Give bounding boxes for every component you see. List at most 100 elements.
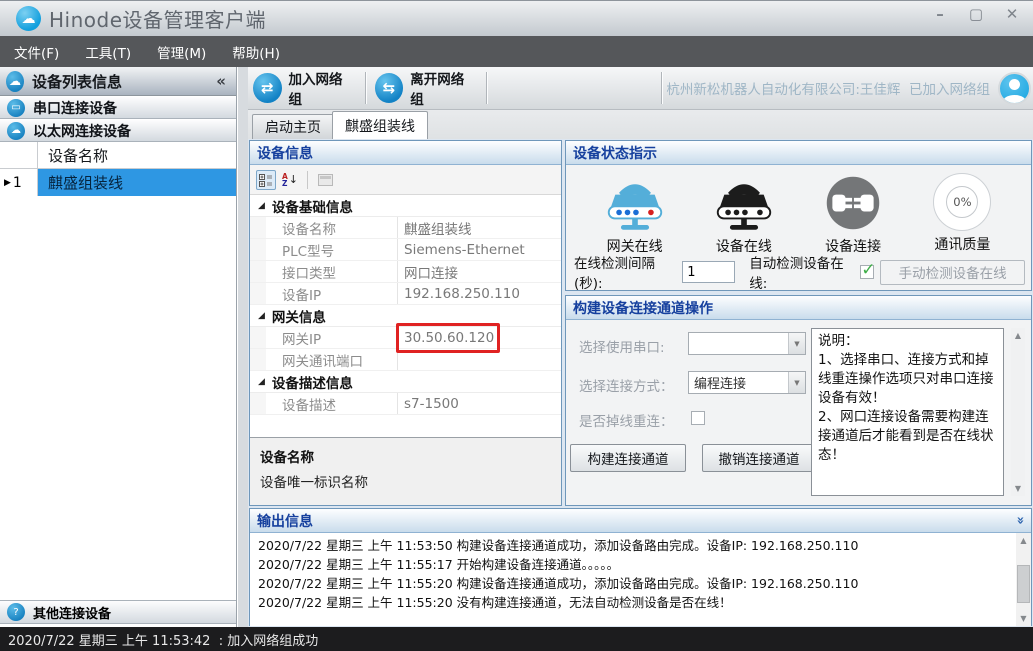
row-number-cell: ▶ 1 (0, 169, 38, 196)
dropdown-arrow-icon[interactable]: ▼ (788, 333, 805, 354)
device-row-selected[interactable]: ▶ 1 麒盛组装线 (0, 169, 236, 196)
channel-operations-title: 构建设备连接通道操作 (573, 298, 713, 318)
user-network-status: 杭州新松机器人自动化有限公司:王佳辉 已加入网络组 (666, 78, 990, 98)
reconnect-checkbox[interactable] (691, 411, 705, 425)
workspace: 设备信息 (248, 139, 1033, 627)
property-row-interface-type[interactable]: 接口类型 网口连接 (250, 261, 561, 283)
leave-network-button[interactable]: ⇆ 离开网络组 (370, 65, 483, 111)
expand-triangle-icon: ◢ (258, 311, 265, 321)
ethernet-cloud-icon: ☁ (7, 122, 25, 140)
interval-label: 在线检测间隔(秒): (574, 252, 676, 292)
comm-quality-value: 0% (946, 186, 978, 218)
menu-item-manage[interactable]: 管理(M) (157, 42, 206, 62)
help-title: 设备名称 (260, 446, 551, 466)
sidebar-collapse-button[interactable]: « (216, 72, 226, 90)
auto-detect-checkbox[interactable] (860, 265, 874, 279)
menu-item-tools[interactable]: 工具(T) (85, 42, 131, 62)
property-row-device-name[interactable]: 设备名称 麒盛组装线 (250, 217, 561, 239)
sidebar-group-serial[interactable]: ▭ 串口连接设备 (0, 96, 236, 119)
scroll-down-icon[interactable]: ▼ (1015, 481, 1021, 496)
main-area: ☁ 设备列表信息 « ▭ 串口连接设备 ☁ 以太网连接设备 设备名称 ▶ (0, 67, 1033, 627)
note-scrollbar[interactable]: ▲ ▼ (1011, 328, 1025, 496)
revoke-channel-button[interactable]: 撤销连接通道 (702, 444, 816, 472)
network-toolbar: ⇄ 加入网络组 ⇆ 离开网络组 杭州新松机器人自动化有限公司:王佳辉 已加入网络… (248, 67, 1033, 110)
sidebar-group-other-label: 其他连接设备 (33, 603, 111, 622)
device-online-icon (714, 173, 774, 233)
toolbar-separator (661, 72, 662, 104)
category-gateway[interactable]: ◢ 网关信息 (250, 305, 561, 327)
log-line: 2020/7/22 星期三 上午 11:53:50 构建设备连接通道成功，添加设… (258, 536, 1023, 555)
sidebar-group-other[interactable]: ? 其他连接设备 (0, 600, 236, 624)
manual-detect-button[interactable]: 手动检测设备在线 (880, 260, 1025, 285)
log-line: 2020/7/22 星期三 上午 11:55:17 开始构建设备连接通道。。。。… (258, 555, 1023, 574)
device-info-panel: 设备信息 (249, 140, 562, 506)
property-row-plc-model[interactable]: PLC型号 Siemens-Ethernet (250, 239, 561, 261)
title-bar: ☁ Hinode设备管理客户端 – ▢ ✕ (0, 0, 1033, 36)
property-row-device-ip[interactable]: 设备IP 192.168.250.110 (250, 283, 561, 305)
dropdown-arrow-icon[interactable]: ▼ (788, 372, 805, 393)
category-label: 设备描述信息 (272, 372, 353, 392)
minimize-button[interactable]: – (929, 5, 951, 23)
build-channel-button[interactable]: 构建连接通道 (570, 444, 686, 472)
tab-home[interactable]: 启动主页 (252, 114, 334, 139)
scroll-down-icon[interactable]: ▼ (1016, 611, 1031, 626)
property-row-device-description[interactable]: 设备描述 s7-1500 (250, 393, 561, 415)
property-row-gateway-ip[interactable]: 网关IP 30.50.60.120 (250, 327, 561, 349)
expand-triangle-icon: ◢ (258, 201, 265, 211)
sidebar-group-ethernet[interactable]: ☁ 以太网连接设备 (0, 119, 236, 142)
sidebar-group-ethernet-label: 以太网连接设备 (33, 121, 131, 141)
status-bar: 2020/7/22 星期三 上午 11:53:42 : 加入网络组成功 (0, 627, 1033, 651)
scroll-up-icon[interactable]: ▲ (1015, 328, 1021, 343)
note-line: 2、网口连接设备需要构建连接通道后才能看到是否在线状态！ (818, 408, 997, 465)
interval-input[interactable] (682, 261, 735, 283)
leave-network-label: 离开网络组 (410, 68, 474, 108)
row-number: 1 (13, 175, 22, 191)
categorized-view-icon[interactable] (256, 170, 276, 190)
join-network-button[interactable]: ⇄ 加入网络组 (248, 65, 361, 111)
leave-network-icon: ⇆ (375, 73, 404, 103)
join-network-icon: ⇄ (253, 73, 282, 103)
menu-item-help[interactable]: 帮助(H) (232, 42, 280, 62)
output-panel: 输出信息 » 2020/7/22 星期三 上午 11:53:50 构建设备连接通… (249, 508, 1032, 626)
output-scrollbar[interactable]: ▲ ▼ (1016, 533, 1031, 626)
menu-bar: 文件(F) 工具(T) 管理(M) 帮助(H) (0, 36, 1033, 67)
gateway-online-icon (605, 173, 665, 233)
output-log: 2020/7/22 星期三 上午 11:53:50 构建设备连接通道成功，添加设… (250, 533, 1031, 626)
sidebar-splitter[interactable] (238, 67, 248, 627)
alphabetical-sort-icon[interactable]: AZ ↓ (280, 170, 300, 190)
instruction-note-box: 说明： 1、选择串口、连接方式和掉线重连操作选项只对串口连接设备有效！ 2、网口… (811, 328, 1004, 496)
indicator-gateway-online: 网关在线 (585, 173, 685, 256)
indicator-comm-quality: 0% 通讯质量 (912, 173, 1012, 256)
device-status-panel: 设备状态指示 (565, 140, 1032, 291)
scroll-up-icon[interactable]: ▲ (1016, 533, 1031, 548)
sidebar-group-serial-label: 串口连接设备 (33, 98, 117, 118)
channel-operations-panel: 构建设备连接通道操作 选择使用串口: ▼ 选择连接方式： 编程连接 ▼ 是否掉线… (565, 295, 1032, 506)
serial-select-label: 选择使用串口: (579, 336, 665, 356)
serial-select-value (689, 333, 788, 354)
menu-item-file[interactable]: 文件(F) (14, 42, 59, 62)
indicator-device-connect: 设备连接 (803, 173, 903, 256)
close-button[interactable]: ✕ (1001, 5, 1023, 23)
device-list-icon: ☁ (6, 71, 24, 92)
property-pages-icon[interactable] (315, 170, 335, 190)
property-row-gateway-port[interactable]: 网关通讯端口 (250, 349, 561, 371)
tab-device[interactable]: 麒盛组装线 (332, 111, 428, 139)
category-device-description[interactable]: ◢ 设备描述信息 (250, 371, 561, 393)
serial-select-combo[interactable]: ▼ (688, 332, 806, 355)
log-line: 2020/7/22 星期三 上午 11:55:20 构建设备连接通道成功，添加设… (258, 574, 1023, 593)
tab-strip: 启动主页 麒盛组装线 (248, 110, 1033, 139)
connect-mode-combo[interactable]: 编程连接 ▼ (688, 371, 806, 394)
expand-triangle-icon: ◢ (258, 377, 265, 387)
app-window: ☁ Hinode设备管理客户端 – ▢ ✕ 文件(F) 工具(T) 管理(M) … (0, 0, 1033, 651)
category-label: 网关信息 (272, 306, 326, 326)
scrollbar-thumb[interactable] (1017, 565, 1030, 603)
maximize-button[interactable]: ▢ (965, 5, 987, 23)
toolbar-separator (486, 72, 487, 104)
note-line: 1、选择串口、连接方式和掉线重连操作选项只对串口连接设备有效！ (818, 351, 997, 408)
category-device-basic[interactable]: ◢ 设备基础信息 (250, 195, 561, 217)
output-collapse-icon[interactable]: » (1012, 516, 1027, 524)
device-table: 设备名称 ▶ 1 麒盛组装线 (0, 142, 236, 196)
app-title: Hinode设备管理客户端 (49, 4, 266, 33)
property-grid-toolbar: AZ ↓ (250, 165, 561, 195)
user-avatar-icon[interactable] (998, 72, 1031, 105)
